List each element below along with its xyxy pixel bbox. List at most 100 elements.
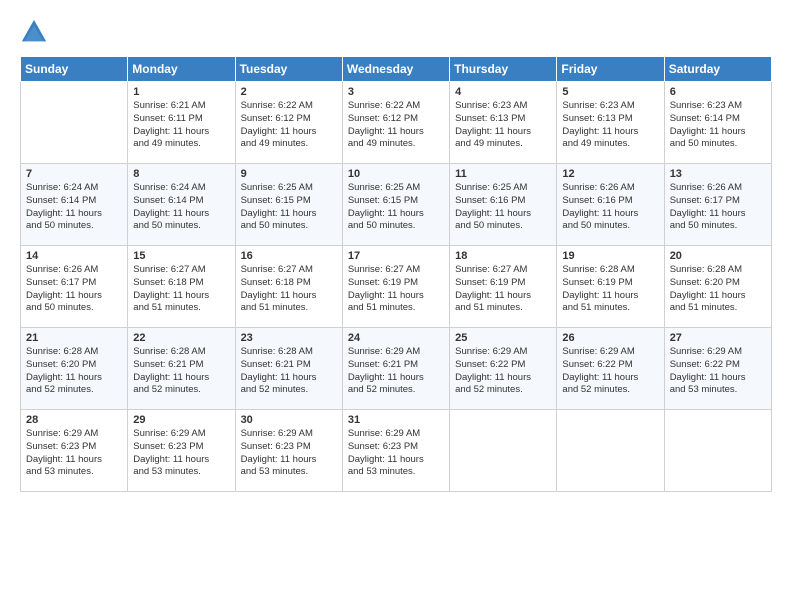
calendar-cell: 12Sunrise: 6:26 AM Sunset: 6:16 PM Dayli… [557,164,664,246]
day-number: 24 [348,332,444,344]
calendar-cell: 25 Sunrise: 6:29 AM Sunset: 6:22 PM Dayli… [450,328,557,410]
calendar-cell: 23 Sunrise: 6:28 AM Sunset: 6:21 PM Dayli… [235,328,342,410]
day-info: Sunrise: 6:22 AM Sunset: 6:12 PM Dayligh… [348,100,444,151]
calendar-cell: 17Sunrise: 6:27 AM Sunset: 6:19 PM Dayli… [342,246,449,328]
day-info: Sunrise: 6:28 AM Sunset: 6:20 PM Dayligh… [670,264,766,315]
day-info: Sunrise: 6:27 AM Sunset: 6:18 PM Dayligh… [241,264,337,315]
day-info: Sunrise: 6:21 AM Sunset: 6:11 PM Dayligh… [133,100,229,151]
day-number: 2 [241,86,337,98]
day-number: 7 [26,168,122,180]
day-info: Sunrise: 6:29 AM Sunset: 6:22 PM Dayligh… [670,346,766,397]
day-info: Sunrise: 6:23 AM Sunset: 6:14 PM Dayligh… [670,100,766,151]
day-info: Sunrise: 6:28 AM Sunset: 6:19 PM Dayligh… [562,264,658,315]
calendar-cell: 1 Sunrise: 6:21 AM Sunset: 6:11 PM Daylig… [128,82,235,164]
day-info: Sunrise: 6:28 AM Sunset: 6:20 PM Dayligh… [26,346,122,397]
day-info: Sunrise: 6:29 AM Sunset: 6:23 PM Dayligh… [241,428,337,479]
calendar-cell: 18 Sunrise: 6:27 AM Sunset: 6:19 PM Dayli… [450,246,557,328]
week-row-2: 14 Sunrise: 6:26 AM Sunset: 6:17 PM Dayli… [21,246,772,328]
day-info: Sunrise: 6:25 AM Sunset: 6:15 PM Dayligh… [241,182,337,233]
day-info: Sunrise: 6:23 AM Sunset: 6:13 PM Dayligh… [562,100,658,151]
day-info: Sunrise: 6:28 AM Sunset: 6:21 PM Dayligh… [241,346,337,397]
day-info: Sunrise: 6:22 AM Sunset: 6:12 PM Dayligh… [241,100,337,151]
calendar-cell: 31 Sunrise: 6:29 AM Sunset: 6:23 PM Dayli… [342,410,449,492]
calendar-cell: 10Sunrise: 6:25 AM Sunset: 6:15 PM Dayli… [342,164,449,246]
header-day-sunday: Sunday [21,57,128,82]
calendar-cell: 16 Sunrise: 6:27 AM Sunset: 6:18 PM Dayli… [235,246,342,328]
day-number: 8 [133,168,229,180]
day-number: 14 [26,250,122,262]
day-info: Sunrise: 6:28 AM Sunset: 6:21 PM Dayligh… [133,346,229,397]
day-number: 19 [562,250,658,262]
week-row-0: 1 Sunrise: 6:21 AM Sunset: 6:11 PM Daylig… [21,82,772,164]
day-number: 16 [241,250,337,262]
day-info: Sunrise: 6:27 AM Sunset: 6:19 PM Dayligh… [455,264,551,315]
day-number: 5 [562,86,658,98]
calendar-cell: 14 Sunrise: 6:26 AM Sunset: 6:17 PM Dayli… [21,246,128,328]
week-row-3: 21 Sunrise: 6:28 AM Sunset: 6:20 PM Dayli… [21,328,772,410]
day-info: Sunrise: 6:24 AM Sunset: 6:14 PM Dayligh… [26,182,122,233]
calendar-cell: 2 Sunrise: 6:22 AM Sunset: 6:12 PM Daylig… [235,82,342,164]
day-number: 21 [26,332,122,344]
day-info: Sunrise: 6:27 AM Sunset: 6:19 PM Dayligh… [348,264,444,315]
day-number: 1 [133,86,229,98]
calendar-cell: 20Sunrise: 6:28 AM Sunset: 6:20 PM Dayli… [664,246,771,328]
calendar-cell: 26 Sunrise: 6:29 AM Sunset: 6:22 PM Dayli… [557,328,664,410]
header-day-thursday: Thursday [450,57,557,82]
logo [20,18,54,46]
calendar-cell: 4Sunrise: 6:23 AM Sunset: 6:13 PM Daylig… [450,82,557,164]
day-info: Sunrise: 6:24 AM Sunset: 6:14 PM Dayligh… [133,182,229,233]
day-number: 12 [562,168,658,180]
day-info: Sunrise: 6:29 AM Sunset: 6:23 PM Dayligh… [348,428,444,479]
calendar-cell: 9 Sunrise: 6:25 AM Sunset: 6:15 PM Daylig… [235,164,342,246]
day-number: 25 [455,332,551,344]
week-row-1: 7 Sunrise: 6:24 AM Sunset: 6:14 PM Daylig… [21,164,772,246]
day-number: 23 [241,332,337,344]
calendar-cell: 3 Sunrise: 6:22 AM Sunset: 6:12 PM Daylig… [342,82,449,164]
day-number: 11 [455,168,551,180]
day-number: 27 [670,332,766,344]
calendar-cell: 15 Sunrise: 6:27 AM Sunset: 6:18 PM Dayli… [128,246,235,328]
calendar-cell: 24 Sunrise: 6:29 AM Sunset: 6:21 PM Dayli… [342,328,449,410]
header-day-wednesday: Wednesday [342,57,449,82]
day-info: Sunrise: 6:29 AM Sunset: 6:22 PM Dayligh… [455,346,551,397]
calendar-cell: 5 Sunrise: 6:23 AM Sunset: 6:13 PM Daylig… [557,82,664,164]
day-number: 29 [133,414,229,426]
page: SundayMondayTuesdayWednesdayThursdayFrid… [0,0,792,612]
day-number: 15 [133,250,229,262]
day-number: 26 [562,332,658,344]
calendar-cell: 28Sunrise: 6:29 AM Sunset: 6:23 PM Dayli… [21,410,128,492]
header-day-saturday: Saturday [664,57,771,82]
day-info: Sunrise: 6:25 AM Sunset: 6:16 PM Dayligh… [455,182,551,233]
day-number: 30 [241,414,337,426]
day-number: 18 [455,250,551,262]
day-number: 22 [133,332,229,344]
day-info: Sunrise: 6:29 AM Sunset: 6:21 PM Dayligh… [348,346,444,397]
day-number: 31 [348,414,444,426]
day-info: Sunrise: 6:26 AM Sunset: 6:17 PM Dayligh… [26,264,122,315]
calendar-cell: 13 Sunrise: 6:26 AM Sunset: 6:17 PM Dayli… [664,164,771,246]
calendar-cell: 7 Sunrise: 6:24 AM Sunset: 6:14 PM Daylig… [21,164,128,246]
day-number: 13 [670,168,766,180]
day-info: Sunrise: 6:27 AM Sunset: 6:18 PM Dayligh… [133,264,229,315]
day-info: Sunrise: 6:29 AM Sunset: 6:22 PM Dayligh… [562,346,658,397]
day-info: Sunrise: 6:26 AM Sunset: 6:17 PM Dayligh… [670,182,766,233]
calendar-cell: 21 Sunrise: 6:28 AM Sunset: 6:20 PM Dayli… [21,328,128,410]
day-number: 4 [455,86,551,98]
day-info: Sunrise: 6:25 AM Sunset: 6:15 PM Dayligh… [348,182,444,233]
calendar-cell: 22 Sunrise: 6:28 AM Sunset: 6:21 PM Dayli… [128,328,235,410]
header-day-tuesday: Tuesday [235,57,342,82]
calendar-cell: 30 Sunrise: 6:29 AM Sunset: 6:23 PM Dayli… [235,410,342,492]
calendar-cell [21,82,128,164]
week-row-4: 28 Sunrise: 6:29 AM Sunset: 6:23 PM Dayli… [21,410,772,492]
logo-icon [20,18,48,46]
calendar-cell: 19 Sunrise: 6:28 AM Sunset: 6:19 PM Dayli… [557,246,664,328]
calendar-cell [664,410,771,492]
day-number: 3 [348,86,444,98]
day-number: 28 [26,414,122,426]
calendar-cell: 8 Sunrise: 6:24 AM Sunset: 6:14 PM Daylig… [128,164,235,246]
day-number: 9 [241,168,337,180]
day-number: 6 [670,86,766,98]
header [20,18,772,46]
header-row: SundayMondayTuesdayWednesdayThursdayFrid… [21,57,772,82]
header-day-friday: Friday [557,57,664,82]
